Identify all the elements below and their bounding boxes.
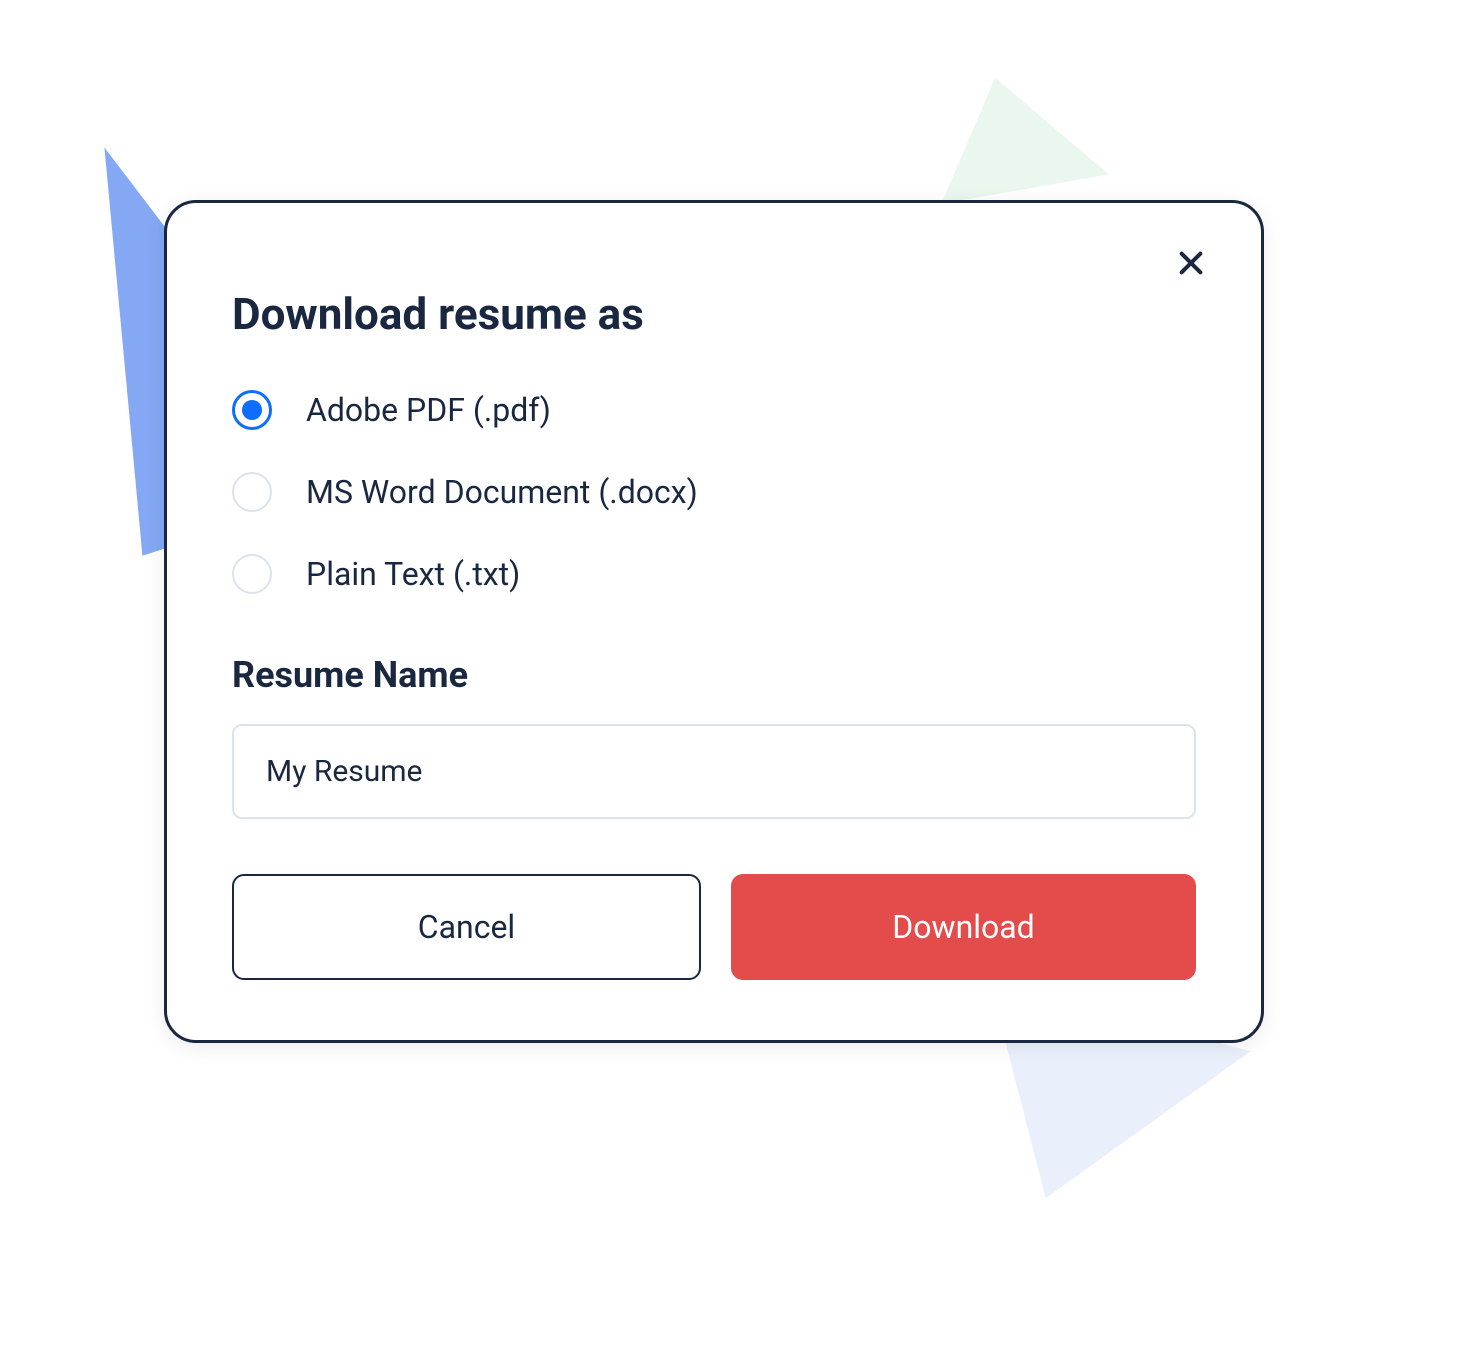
modal-title: Download resume as xyxy=(232,288,1196,340)
format-radio-group: Adobe PDF (.pdf) MS Word Document (.docx… xyxy=(232,390,1196,594)
format-option-txt[interactable]: Plain Text (.txt) xyxy=(232,554,1196,594)
button-row: Cancel Download xyxy=(232,874,1196,980)
format-option-docx[interactable]: MS Word Document (.docx) xyxy=(232,472,1196,512)
format-label: Adobe PDF (.pdf) xyxy=(306,391,551,429)
resume-name-input[interactable] xyxy=(232,724,1196,819)
cancel-button[interactable]: Cancel xyxy=(232,874,701,980)
download-resume-modal: Download resume as Adobe PDF (.pdf) MS W… xyxy=(164,200,1264,1043)
close-icon xyxy=(1175,247,1207,279)
radio-icon xyxy=(232,390,272,430)
format-option-pdf[interactable]: Adobe PDF (.pdf) xyxy=(232,390,1196,430)
format-label: Plain Text (.txt) xyxy=(306,555,520,593)
radio-icon xyxy=(232,472,272,512)
decorative-triangle-mint xyxy=(921,61,1108,204)
format-label: MS Word Document (.docx) xyxy=(306,473,698,511)
download-button[interactable]: Download xyxy=(731,874,1196,980)
radio-icon xyxy=(232,554,272,594)
resume-name-label: Resume Name xyxy=(232,654,1196,696)
close-button[interactable] xyxy=(1171,243,1211,283)
